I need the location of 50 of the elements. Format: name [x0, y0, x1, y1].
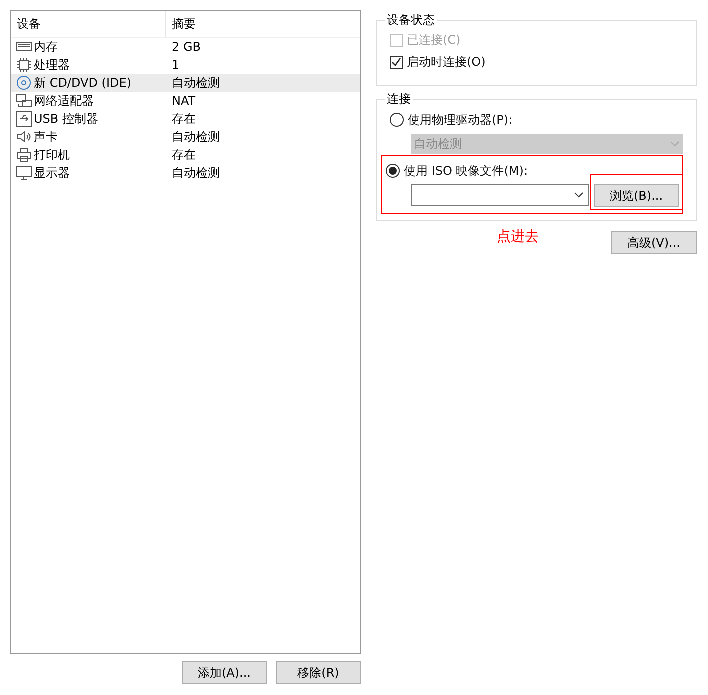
group-title: 设备状态 [386, 12, 436, 29]
disc-icon [16, 75, 32, 91]
device-row[interactable]: 打印机 存在 [11, 146, 360, 164]
device-summary: 自动检测 [171, 129, 220, 146]
radio-label: 使用物理驱动器(P): [408, 112, 513, 129]
device-name: 声卡 [34, 129, 58, 146]
monitor-icon [16, 165, 32, 181]
remove-button[interactable]: 移除(R) [276, 661, 361, 684]
device-name: 显示器 [34, 165, 70, 182]
chevron-down-icon [670, 141, 680, 147]
device-row[interactable]: 显示器 自动检测 [11, 164, 360, 182]
network-icon [16, 93, 32, 109]
device-summary: 2 GB [171, 39, 201, 56]
device-name: 内存 [34, 39, 58, 56]
device-summary: NAT [171, 93, 196, 110]
device-summary: 存在 [171, 147, 196, 164]
device-summary: 存在 [171, 111, 196, 128]
device-summary: 自动检测 [171, 165, 220, 182]
speaker-icon [16, 129, 32, 145]
device-name: 处理器 [34, 57, 70, 74]
add-button[interactable]: 添加(A)... [182, 661, 267, 684]
radio-button[interactable] [386, 164, 400, 178]
chevron-down-icon [574, 192, 584, 198]
check-icon [391, 56, 402, 68]
group-title: 连接 [386, 91, 412, 108]
browse-button[interactable]: 浏览(B)... [594, 184, 679, 207]
column-header[interactable]: 设备 [11, 11, 166, 37]
device-name: 新 CD/DVD (IDE) [34, 75, 132, 92]
annotation-text: 点进去 [497, 228, 539, 247]
radio-label: 使用 ISO 映像文件(M): [404, 163, 528, 180]
checkbox-label: 已连接(C) [407, 32, 461, 49]
device-row[interactable]: USB 控制器 存在 [11, 110, 360, 128]
device-row[interactable]: 内存 2 GB [11, 38, 360, 56]
device-name: 网络适配器 [34, 93, 94, 110]
iso-path-dropdown[interactable] [411, 184, 589, 206]
device-summary: 自动检测 [171, 75, 220, 92]
checkbox-label: 启动时连接(O) [407, 54, 486, 71]
device-summary: 1 [171, 57, 180, 74]
device-name: 打印机 [34, 147, 70, 164]
device-name: USB 控制器 [34, 111, 98, 128]
checkbox[interactable] [390, 56, 403, 68]
advanced-button[interactable]: 高级(V)... [611, 231, 697, 254]
device-row[interactable]: 新 CD/DVD (IDE) 自动检测 [11, 74, 360, 92]
printer-icon [16, 147, 32, 163]
column-header[interactable]: 摘要 [166, 11, 196, 37]
device-row[interactable]: 声卡 自动检测 [11, 128, 360, 146]
chip-icon [16, 57, 32, 73]
device-row[interactable]: 处理器 1 [11, 56, 360, 74]
usb-icon [16, 111, 32, 127]
device-row[interactable]: 网络适配器 NAT [11, 92, 360, 110]
